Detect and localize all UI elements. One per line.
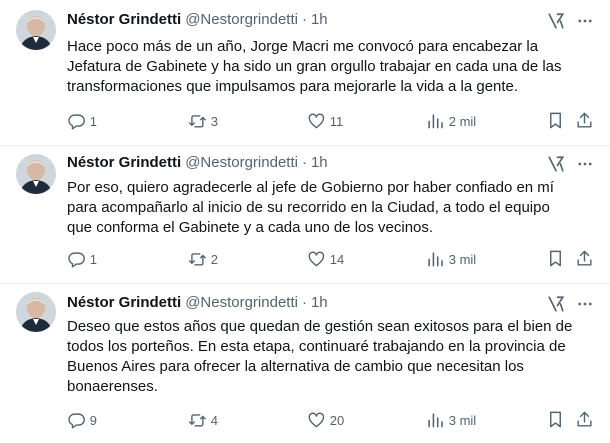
views-icon: [428, 412, 443, 428]
bookmark-icon[interactable]: [546, 111, 565, 130]
avatar[interactable]: [16, 154, 56, 194]
views-button[interactable]: 3 mil: [426, 249, 476, 269]
timestamp[interactable]: 1h: [311, 11, 328, 28]
tweet-header: Néstor Grindetti @Nestorgrindetti · 1h: [67, 10, 328, 30]
more-icon[interactable]: [576, 155, 594, 173]
like-icon: [308, 251, 325, 266]
views-count: 3 mil: [448, 412, 477, 428]
tweet[interactable]: Néstor Grindetti @Nestorgrindetti · 1h Dese…: [0, 284, 610, 443]
tweet-actions: 1 2 14 3 mil: [0, 249, 610, 269]
author-name[interactable]: Néstor Grindetti: [67, 154, 181, 171]
reply-count: 9: [89, 412, 97, 428]
more-icon[interactable]: [576, 295, 594, 313]
timestamp[interactable]: 1h: [311, 294, 328, 311]
separator-dot: ·: [301, 294, 307, 311]
tweet-header: Néstor Grindetti @Nestorgrindetti · 1h: [67, 293, 328, 313]
bookmark-icon[interactable]: [546, 410, 565, 429]
like-button[interactable]: 20: [307, 410, 344, 430]
reply-icon: [68, 413, 85, 429]
like-count: 14: [329, 251, 345, 267]
views-icon: [428, 251, 443, 267]
author-name[interactable]: Néstor Grindetti: [67, 11, 181, 28]
repost-button[interactable]: 4: [188, 410, 218, 430]
tweet-text: Por eso, quiero agradecerle al jefe de G…: [67, 179, 554, 236]
reply-icon: [68, 252, 85, 268]
like-icon: [308, 412, 325, 427]
repost-icon: [188, 413, 206, 427]
avatar[interactable]: [16, 292, 56, 332]
reply-button[interactable]: 9: [67, 410, 97, 430]
author-handle[interactable]: @Nestorgrindetti: [185, 11, 298, 28]
repost-icon: [188, 252, 206, 266]
separator-dot: ·: [301, 11, 307, 28]
views-count: 3 mil: [448, 251, 477, 267]
views-icon: [428, 113, 443, 129]
tweet-actions: 9 4 20 3 mil: [0, 410, 610, 430]
views-button[interactable]: 3 mil: [426, 410, 476, 430]
repost-count: 2: [210, 251, 218, 267]
like-count: 11: [329, 113, 344, 129]
grok-icon[interactable]: [547, 155, 565, 173]
tweet[interactable]: Néstor Grindetti @Nestorgrindetti · 1h Hace…: [0, 0, 610, 145]
grok-icon[interactable]: [547, 295, 565, 313]
reply-count: 1: [89, 113, 97, 129]
separator-dot: ·: [301, 154, 307, 171]
share-icon[interactable]: [575, 249, 594, 268]
repost-count: 3: [210, 113, 218, 129]
author-handle[interactable]: @Nestorgrindetti: [185, 294, 298, 311]
share-icon[interactable]: [575, 410, 594, 429]
tweet[interactable]: Néstor Grindetti @Nestorgrindetti · 1h Por …: [0, 146, 610, 283]
repost-count: 4: [210, 412, 218, 428]
like-count: 20: [329, 412, 345, 428]
author-name[interactable]: Néstor Grindetti: [67, 294, 181, 311]
like-icon: [308, 113, 325, 128]
more-icon[interactable]: [576, 12, 594, 30]
repost-button[interactable]: 3: [188, 111, 218, 131]
tweet-text: Deseo que estos años que quedan de gesti…: [67, 318, 573, 395]
tweet-actions: 1 3 11 2 mil: [0, 111, 610, 131]
repost-icon: [188, 114, 206, 128]
timestamp[interactable]: 1h: [311, 154, 328, 171]
reply-count: 1: [89, 251, 97, 267]
author-handle[interactable]: @Nestorgrindetti: [185, 154, 298, 171]
like-button[interactable]: 14: [307, 249, 344, 269]
repost-button[interactable]: 2: [188, 249, 218, 269]
share-icon[interactable]: [575, 111, 594, 130]
grok-icon[interactable]: [547, 12, 565, 30]
views-count: 2 mil: [448, 113, 477, 129]
reply-button[interactable]: 1: [67, 249, 97, 269]
avatar[interactable]: [16, 10, 56, 50]
bookmark-icon[interactable]: [546, 249, 565, 268]
views-button[interactable]: 2 mil: [426, 111, 476, 131]
tweet-text: Hace poco más de un año, Jorge Macri me …: [67, 38, 562, 95]
reply-icon: [68, 114, 85, 130]
tweet-header: Néstor Grindetti @Nestorgrindetti · 1h: [67, 153, 328, 173]
like-button[interactable]: 11: [307, 111, 343, 131]
reply-button[interactable]: 1: [67, 111, 97, 131]
